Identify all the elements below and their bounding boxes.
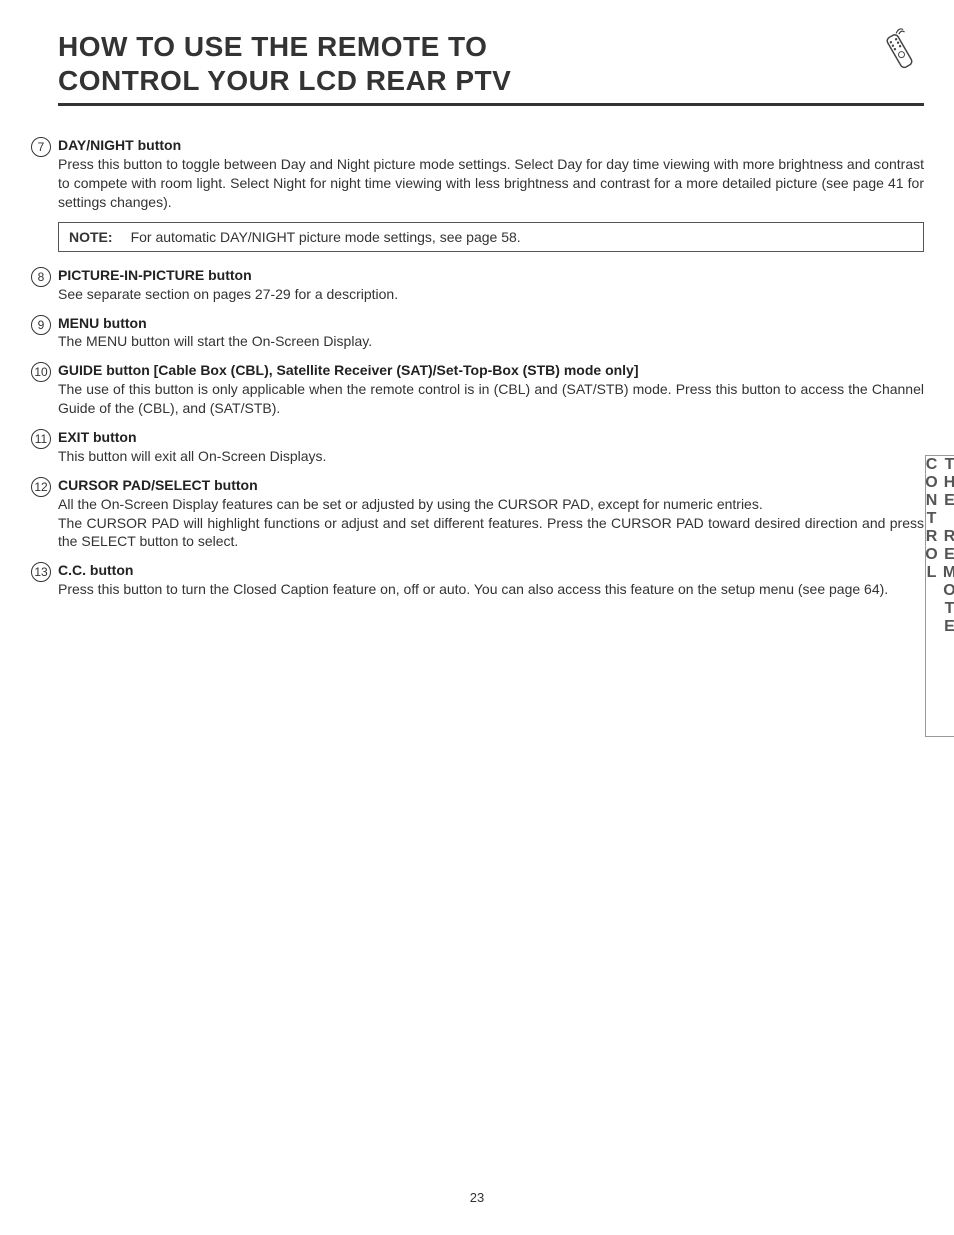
manual-page: HOW TO USE THE REMOTE TO CONTROL YOUR LC… <box>0 0 954 1235</box>
entry-title: EXIT button <box>58 428 924 447</box>
page-title-line-1: HOW TO USE THE REMOTE TO <box>58 30 924 64</box>
note-box: NOTE: For automatic DAY/NIGHT picture mod… <box>58 222 924 252</box>
entry-number: 9 <box>30 314 52 335</box>
entry-description: All the On-Screen Display features can b… <box>58 495 924 552</box>
entry-body: EXIT buttonThis button will exit all On-… <box>58 428 924 466</box>
side-tab: THE REMOTE CONTROL <box>925 455 954 737</box>
note-label: NOTE: <box>69 229 113 245</box>
entry-body: DAY/NIGHT buttonPress this button to tog… <box>58 136 924 212</box>
circled-number: 11 <box>31 429 51 449</box>
note-text: For automatic DAY/NIGHT picture mode set… <box>131 229 521 245</box>
entry-title: MENU button <box>58 314 924 333</box>
entry-title: DAY/NIGHT button <box>58 136 924 155</box>
circled-number: 7 <box>31 137 51 157</box>
side-tab-label: THE REMOTE CONTROL <box>922 456 954 736</box>
entry-body: PICTURE-IN-PICTURE buttonSee separate se… <box>58 266 924 304</box>
entry-body: C.C. buttonPress this button to turn the… <box>58 561 924 599</box>
page-title-line-2: CONTROL YOUR LCD REAR PTV <box>58 64 924 98</box>
entry-body: MENU buttonThe MENU button will start th… <box>58 314 924 352</box>
entry-number: 7 <box>30 136 52 157</box>
circled-number: 8 <box>31 267 51 287</box>
entry-description: The use of this button is only applicabl… <box>58 380 924 418</box>
entry-body: GUIDE button [Cable Box (CBL), Satellite… <box>58 361 924 418</box>
page-title-block: HOW TO USE THE REMOTE TO CONTROL YOUR LC… <box>58 30 924 106</box>
circled-number: 10 <box>31 362 51 382</box>
entry-9: 9MENU buttonThe MENU button will start t… <box>58 314 924 352</box>
entry-description: Press this button to toggle between Day … <box>58 155 924 212</box>
entry-number: 10 <box>30 361 52 382</box>
entry-description: Press this button to turn the Closed Cap… <box>58 580 924 599</box>
circled-number: 13 <box>31 562 51 582</box>
entry-title: C.C. button <box>58 561 924 580</box>
entry-8: 8PICTURE-IN-PICTURE buttonSee separate s… <box>58 266 924 304</box>
entry-number: 12 <box>30 476 52 497</box>
remote-icon <box>876 28 924 76</box>
entry-title: GUIDE button [Cable Box (CBL), Satellite… <box>58 361 924 380</box>
entry-body: CURSOR PAD/SELECT buttonAll the On-Scree… <box>58 476 924 552</box>
circled-number: 9 <box>31 315 51 335</box>
entry-number: 13 <box>30 561 52 582</box>
entry-title: PICTURE-IN-PICTURE button <box>58 266 924 285</box>
page-number: 23 <box>0 1190 954 1205</box>
entry-10: 10GUIDE button [Cable Box (CBL), Satelli… <box>58 361 924 418</box>
entry-number: 8 <box>30 266 52 287</box>
entry-12: 12CURSOR PAD/SELECT buttonAll the On-Scr… <box>58 476 924 552</box>
entry-title: CURSOR PAD/SELECT button <box>58 476 924 495</box>
entry-11: 11EXIT buttonThis button will exit all O… <box>58 428 924 466</box>
entry-7: 7DAY/NIGHT buttonPress this button to to… <box>58 136 924 212</box>
entry-description: See separate section on pages 27-29 for … <box>58 285 924 304</box>
entry-description: The MENU button will start the On-Screen… <box>58 332 924 351</box>
entries-list: 7DAY/NIGHT buttonPress this button to to… <box>58 136 924 599</box>
circled-number: 12 <box>31 477 51 497</box>
entry-description: This button will exit all On-Screen Disp… <box>58 447 924 466</box>
entry-13: 13C.C. buttonPress this button to turn t… <box>58 561 924 599</box>
entry-number: 11 <box>30 428 52 449</box>
